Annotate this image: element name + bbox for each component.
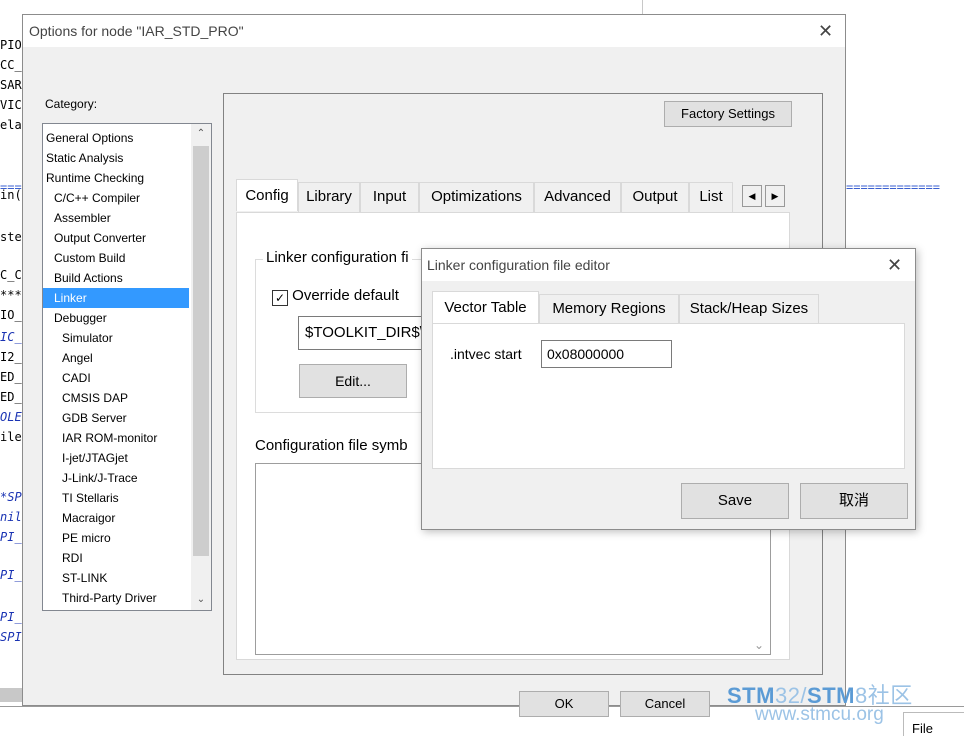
tab-library[interactable]: Library: [298, 182, 360, 212]
chevron-down-icon[interactable]: ⌄: [754, 638, 764, 652]
override-default-label: Override default: [292, 287, 399, 304]
code-fragment: ED_: [0, 370, 22, 384]
category-item[interactable]: IAR ROM-monitor: [43, 428, 189, 448]
code-fragment: IC_: [0, 330, 22, 344]
code-fragment: SAR: [0, 78, 22, 92]
separator-comment-left: ====: [0, 180, 24, 194]
tab-stack-heap-sizes[interactable]: Stack/Heap Sizes: [679, 294, 819, 324]
category-item[interactable]: Runtime Checking: [43, 168, 189, 188]
category-label: Category:: [45, 97, 98, 111]
save-button[interactable]: Save: [681, 483, 789, 519]
code-fragment: CC_: [0, 58, 22, 72]
category-item[interactable]: RDI: [43, 548, 189, 568]
tab-advanced[interactable]: Advanced: [534, 182, 621, 212]
category-item[interactable]: TI Stellaris: [43, 488, 189, 508]
vector-table-tab-page: .intvec start 0x08000000: [432, 323, 905, 469]
category-item[interactable]: PE micro: [43, 528, 189, 548]
tab-vector-table[interactable]: Vector Table: [432, 291, 539, 323]
code-fragment: ED_: [0, 390, 22, 404]
editor-cancel-button[interactable]: 取消: [800, 483, 908, 519]
category-item[interactable]: ST-LINK: [43, 568, 189, 588]
category-item[interactable]: Angel: [43, 348, 189, 368]
code-fragment: I2_: [0, 350, 22, 364]
tab-input[interactable]: Input: [360, 182, 419, 212]
tab-optimizations[interactable]: Optimizations: [419, 182, 534, 212]
checkbox-checked-icon[interactable]: ✓: [272, 290, 288, 306]
category-item[interactable]: CMSIS DAP: [43, 388, 189, 408]
category-item[interactable]: Macraigor: [43, 508, 189, 528]
category-item[interactable]: Output Converter: [43, 228, 189, 248]
category-item[interactable]: Custom Build: [43, 248, 189, 268]
separator-comment-right: =============: [846, 180, 940, 194]
linker-config-editor-dialog: Linker configuration file editor ✕ Vecto…: [421, 248, 916, 530]
close-icon[interactable]: ✕: [887, 256, 902, 274]
code-fragment: PI_: [0, 568, 22, 582]
tab-scroll-left-icon[interactable]: ◀: [742, 185, 762, 207]
factory-settings-button[interactable]: Factory Settings: [664, 101, 792, 127]
category-item[interactable]: Static Analysis: [43, 148, 189, 168]
category-item[interactable]: Third-Party Driver: [43, 588, 189, 608]
scroll-up-icon[interactable]: ⌃: [191, 124, 211, 144]
edit-button[interactable]: Edit...: [299, 364, 407, 398]
code-fragment: SPI: [0, 630, 22, 644]
code-fragment: VIC: [0, 98, 22, 112]
tab-scroll-right-icon[interactable]: ▶: [765, 185, 785, 207]
code-fragment: *SP: [0, 490, 22, 504]
category-item[interactable]: GDB Server: [43, 408, 189, 428]
code-fragment: ela: [0, 118, 22, 132]
code-fragment: PI_: [0, 530, 22, 544]
watermark: STM32/STM8社区 www.stmcu.org: [727, 678, 964, 726]
linker-config-group-title: Linker configuration fi: [263, 249, 412, 266]
tab-list[interactable]: List: [689, 182, 733, 212]
category-item[interactable]: I-jet/JTAGjet: [43, 448, 189, 468]
tab-config[interactable]: Config: [236, 179, 298, 211]
linker-editor-title: Linker configuration file editor: [427, 257, 610, 273]
close-icon[interactable]: ✕: [818, 22, 833, 40]
category-list[interactable]: ⌃ ⌄ General Options Static Analysis Runtim…: [42, 123, 212, 611]
category-item[interactable]: Simulator: [43, 328, 189, 348]
category-item[interactable]: C/C++ Compiler: [43, 188, 189, 208]
code-fragment: C_C: [0, 268, 22, 282]
code-fragment: PIO: [0, 38, 22, 52]
category-item[interactable]: General Options: [43, 128, 189, 148]
category-item[interactable]: Debugger: [43, 308, 189, 328]
code-fragment: ***: [0, 288, 22, 302]
tab-memory-regions[interactable]: Memory Regions: [539, 294, 679, 324]
category-item[interactable]: CADI: [43, 368, 189, 388]
code-fragment: PI_: [0, 610, 22, 624]
code-fragment: IO_: [0, 308, 22, 322]
editor-horizontal-scrollbar[interactable]: [0, 688, 24, 702]
code-fragment: ile: [0, 430, 22, 444]
editor-divider: [642, 0, 643, 14]
intvec-start-label: .intvec start: [450, 346, 522, 362]
code-fragment: nil: [0, 510, 22, 524]
ok-button[interactable]: OK: [519, 691, 609, 717]
linker-editor-titlebar: Linker configuration file editor ✕: [422, 249, 915, 281]
category-scrollbar[interactable]: ⌃ ⌄: [191, 124, 211, 610]
tab-output[interactable]: Output: [621, 182, 689, 212]
category-item[interactable]: Linker: [43, 288, 189, 308]
options-dialog-title: Options for node "IAR_STD_PRO": [29, 23, 244, 39]
scroll-down-icon[interactable]: ⌄: [191, 590, 211, 610]
category-item[interactable]: J-Link/J-Trace: [43, 468, 189, 488]
scrollbar-thumb[interactable]: [193, 146, 209, 556]
category-item[interactable]: Assembler: [43, 208, 189, 228]
watermark-url: www.stmcu.org: [755, 704, 884, 725]
intvec-start-field[interactable]: 0x08000000: [541, 340, 672, 368]
override-default-checkbox[interactable]: ✓ Override default: [272, 287, 399, 306]
cancel-button[interactable]: Cancel: [620, 691, 710, 717]
code-fragment: ste: [0, 230, 22, 244]
code-fragment: OLE: [0, 410, 22, 424]
config-symbols-label: Configuration file symb: [255, 437, 408, 454]
options-titlebar: Options for node "IAR_STD_PRO" ✕: [23, 15, 845, 47]
category-item[interactable]: Build Actions: [43, 268, 189, 288]
